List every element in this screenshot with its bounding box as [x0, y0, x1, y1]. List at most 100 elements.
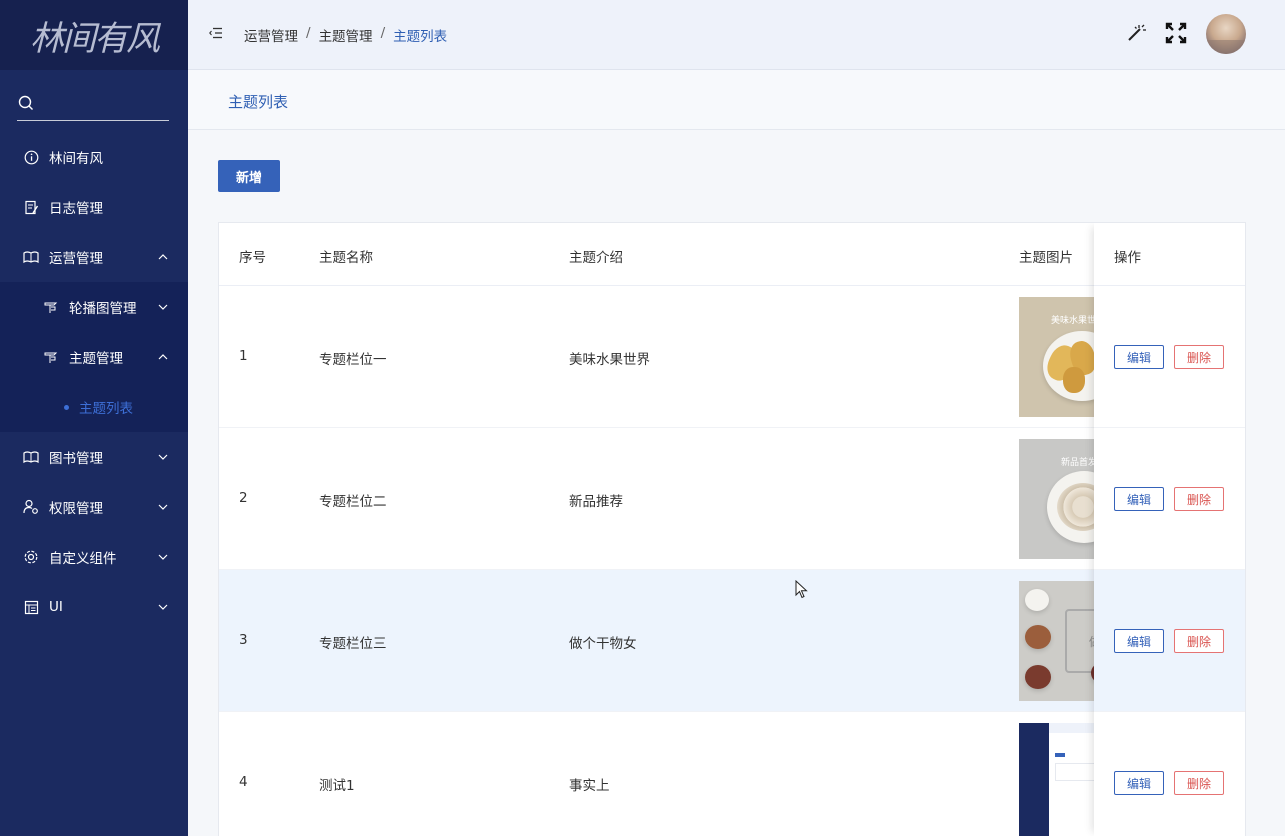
- logo-text: 林间有风: [30, 18, 160, 59]
- cell-index: 4: [239, 774, 248, 790]
- plate-shape: [1025, 625, 1051, 649]
- cell-index: 2: [239, 490, 248, 506]
- chevron-down-icon: [158, 604, 168, 610]
- page-title-bar: 主题列表: [188, 70, 1285, 130]
- table-row[interactable]: 3 专题栏位三 做个干物女 做: [219, 570, 1245, 712]
- breadcrumb-current: 主题列表: [393, 29, 448, 45]
- chevron-down-icon: [158, 304, 168, 310]
- sidebar-item-label: UI: [49, 599, 63, 615]
- sidebar-item-label: 主题列表: [79, 401, 133, 417]
- mini-sidebar-shape: [1019, 723, 1049, 836]
- search-underline: [17, 120, 169, 121]
- search-icon: [18, 95, 33, 110]
- actions-header: 操作: [1094, 223, 1245, 286]
- sidebar-item-about[interactable]: 林间有风: [0, 132, 188, 182]
- table-row[interactable]: 4 测试1 事实上: [219, 712, 1245, 836]
- sidebar-menu: 林间有风 日志管理 运营管理 轮播图管理 主题管理 主题列表 图书管理 权限管理…: [0, 132, 188, 632]
- gear-icon: [22, 548, 40, 566]
- image-caption: 新品首发: [1061, 458, 1098, 468]
- sidebar-item-label: 主题管理: [69, 351, 123, 367]
- avatar[interactable]: [1206, 14, 1246, 54]
- sidebar-item-label: 运营管理: [49, 251, 103, 267]
- cell-intro: 事实上: [569, 778, 610, 794]
- sidebar-item-operations[interactable]: 运营管理: [0, 232, 188, 282]
- cell-name: 专题栏位一: [319, 352, 387, 368]
- breadcrumb-separator: /: [380, 25, 386, 41]
- breadcrumb-item[interactable]: 运营管理: [244, 25, 298, 45]
- chevron-down-icon: [158, 554, 168, 560]
- sidebar-item-topic-list[interactable]: 主题列表: [0, 382, 188, 432]
- image-caption: 美味水果世: [1051, 316, 1097, 326]
- sidebar-item-label: 林间有风: [49, 151, 103, 167]
- operations-submenu: 轮播图管理 主题管理 主题列表: [0, 282, 188, 432]
- column-header: 操作: [1114, 250, 1141, 266]
- sidebar-item-label: 自定义组件: [49, 551, 117, 567]
- sidebar-item-books[interactable]: 图书管理: [0, 432, 188, 482]
- edit-note-icon: [22, 198, 40, 216]
- cell-intro: 美味水果世界: [569, 352, 650, 368]
- sidebar-item-custom-components[interactable]: 自定义组件: [0, 532, 188, 582]
- column-header: 主题图片: [1019, 250, 1073, 266]
- cell-intro: 新品推荐: [569, 494, 623, 510]
- logo[interactable]: 林间有风: [0, 0, 188, 70]
- top-header: 运营管理 / 主题管理 / 主题列表: [188, 0, 1285, 70]
- mini-button-shape: [1055, 753, 1065, 757]
- sidebar-item-label: 图书管理: [49, 451, 103, 467]
- fruit-shape: [1063, 367, 1085, 393]
- cell-name: 测试1: [319, 778, 355, 794]
- layout-icon: [22, 598, 40, 616]
- signpost-icon: [42, 348, 60, 366]
- cell-index: 3: [239, 632, 248, 648]
- sidebar-item-label: 轮播图管理: [69, 301, 137, 317]
- table-header: 序号 主题名称 主题介绍 主题图片: [219, 223, 1245, 286]
- edit-button[interactable]: 编辑: [1114, 771, 1164, 795]
- actions-column: 操作 编辑 删除 编辑 删除 编辑 删除 编辑 删除: [1094, 223, 1245, 836]
- collapse-menu-icon[interactable]: [209, 27, 223, 39]
- sidebar-search[interactable]: [0, 70, 188, 132]
- breadcrumb: 运营管理 / 主题管理 / 主题列表: [244, 25, 447, 45]
- book-icon: [22, 248, 40, 266]
- action-cell: 编辑 删除: [1094, 428, 1245, 570]
- breadcrumb-separator: /: [306, 25, 311, 41]
- signpost-icon: [42, 298, 60, 316]
- sidebar-item-label: 权限管理: [49, 501, 103, 517]
- page-title: 主题列表: [228, 93, 289, 111]
- cell-name: 专题栏位二: [319, 494, 387, 510]
- edit-button[interactable]: 编辑: [1114, 345, 1164, 369]
- sidebar-item-label: 日志管理: [49, 201, 103, 217]
- sidebar: 林间有风 林间有风 日志管理 运营管理 轮播图管理 主题管理 主题列表 图书管理…: [0, 0, 188, 836]
- sidebar-item-carousel[interactable]: 轮播图管理: [0, 282, 188, 332]
- sidebar-item-ui[interactable]: UI: [0, 582, 188, 632]
- cell-name: 专题栏位三: [319, 636, 387, 652]
- magic-wand-icon[interactable]: [1125, 22, 1147, 44]
- chevron-up-icon: [158, 354, 168, 360]
- plate-shape: [1025, 589, 1049, 611]
- edit-button[interactable]: 编辑: [1114, 487, 1164, 511]
- column-header: 序号: [239, 250, 266, 266]
- delete-button[interactable]: 删除: [1174, 487, 1224, 511]
- column-header: 主题名称: [319, 250, 373, 266]
- topic-table: 序号 主题名称 主题介绍 主题图片 1 专题栏位一 美味水果世界 美味水果世 2…: [218, 222, 1246, 836]
- fullscreen-icon[interactable]: [1165, 22, 1187, 44]
- sidebar-item-topics[interactable]: 主题管理: [0, 332, 188, 382]
- action-cell: 编辑 删除: [1094, 712, 1245, 836]
- add-button[interactable]: 新增: [218, 160, 280, 192]
- chevron-down-icon: [158, 504, 168, 510]
- sidebar-item-logs[interactable]: 日志管理: [0, 182, 188, 232]
- cell-index: 1: [239, 348, 248, 364]
- delete-button[interactable]: 删除: [1174, 629, 1224, 653]
- table-row[interactable]: 2 专题栏位二 新品推荐 新品首发: [219, 428, 1245, 570]
- user-settings-icon: [22, 498, 40, 516]
- table-row[interactable]: 1 专题栏位一 美味水果世界 美味水果世: [219, 286, 1245, 428]
- chevron-down-icon: [158, 454, 168, 460]
- breadcrumb-item[interactable]: 主题管理: [319, 25, 373, 45]
- sidebar-item-permissions[interactable]: 权限管理: [0, 482, 188, 532]
- delete-button[interactable]: 删除: [1174, 345, 1224, 369]
- book-icon: [22, 448, 40, 466]
- delete-button[interactable]: 删除: [1174, 771, 1224, 795]
- edit-button[interactable]: 编辑: [1114, 629, 1164, 653]
- info-icon: [22, 148, 40, 166]
- active-dot: [64, 404, 69, 410]
- action-cell: 编辑 删除: [1094, 286, 1245, 428]
- column-header: 主题介绍: [569, 250, 623, 266]
